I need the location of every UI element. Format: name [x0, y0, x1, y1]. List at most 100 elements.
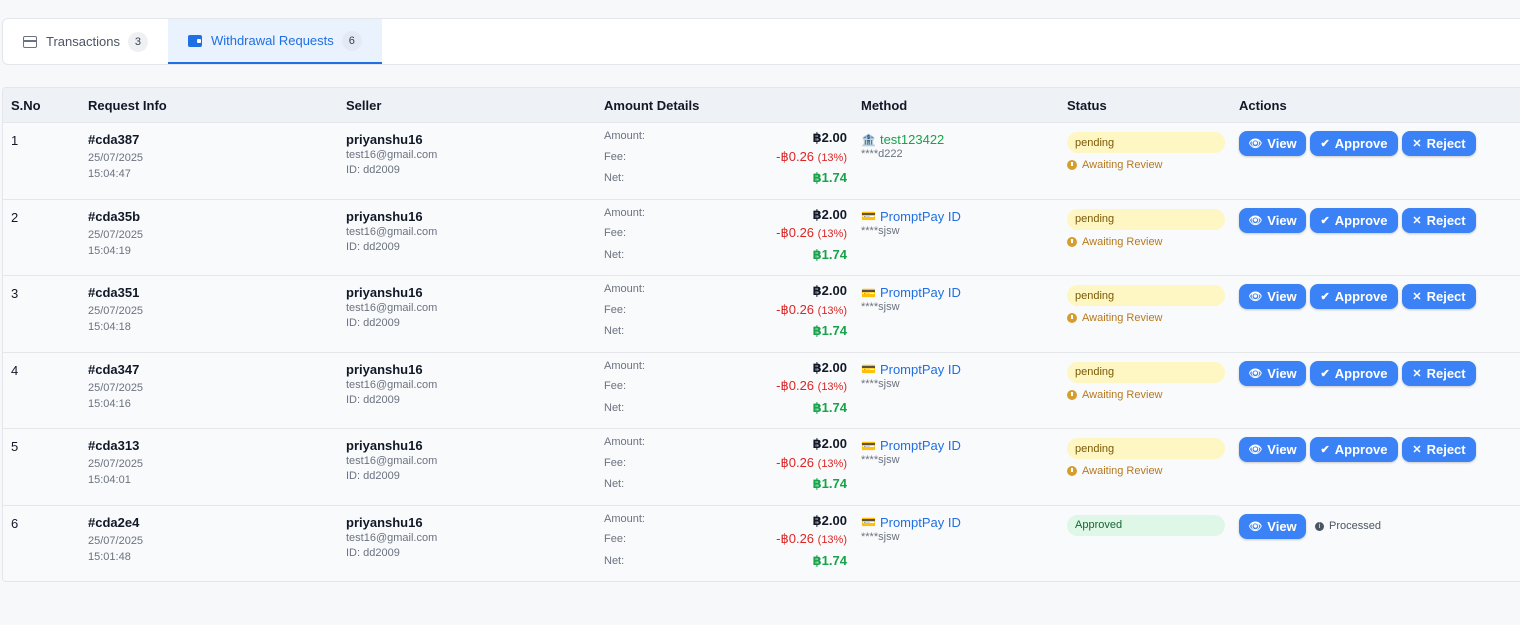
seller-email: test16@gmail.com — [346, 531, 438, 544]
payment-method[interactable]: 💳 PromptPay ID — [861, 285, 1067, 300]
amount-value: ฿2.00 — [812, 512, 847, 528]
fee-percent: (13%) — [817, 304, 847, 317]
payment-method[interactable]: 💳 PromptPay ID — [861, 209, 1067, 224]
fee-value: -฿0.26 (13%) — [776, 531, 847, 547]
status-note: Awaiting Review — [1067, 465, 1239, 477]
payment-method[interactable]: 💳 PromptPay ID — [861, 362, 1067, 377]
method-icon: 💳 — [861, 285, 876, 300]
status-badge: pending — [1067, 208, 1225, 230]
serial-number: 5 — [11, 439, 19, 454]
clock-icon — [1067, 466, 1077, 476]
payment-method[interactable]: 🏦 test123422 — [861, 132, 1067, 147]
view-button[interactable]: 👁 View — [1239, 131, 1306, 156]
status-note: Awaiting Review — [1067, 159, 1239, 171]
header-status: Status — [1067, 97, 1107, 113]
request-date: 25/07/2025 — [88, 534, 144, 547]
approve-button[interactable]: ✔ Approve — [1310, 284, 1398, 309]
method-name: PromptPay ID — [879, 361, 961, 377]
seller-id: ID: dd2009 — [346, 470, 400, 482]
view-button[interactable]: 👁 View — [1239, 284, 1306, 309]
status-badge: pending — [1067, 132, 1225, 153]
request-id: #cda2e4 — [88, 514, 140, 530]
request-time: 15:04:47 — [88, 168, 131, 180]
seller-id: ID: dd2009 — [346, 240, 400, 253]
fee-value: -฿0.26 (13%) — [776, 454, 847, 470]
amount-value: ฿2.00 — [812, 283, 847, 298]
method-name: PromptPay ID — [879, 438, 961, 453]
payment-method[interactable]: 💳 PromptPay ID — [861, 438, 1067, 453]
reject-button-label: Reject — [1426, 212, 1466, 228]
view-button[interactable]: 👁 View — [1239, 437, 1306, 462]
request-date: 25/07/2025 — [88, 305, 144, 317]
close-icon: ✕ — [1412, 291, 1422, 303]
serial-number: 3 — [11, 286, 19, 301]
fee-percent: (13%) — [817, 457, 847, 470]
status-badge: pending — [1067, 438, 1225, 459]
check-icon: ✔ — [1320, 138, 1330, 150]
eye-icon: 👁 — [1248, 367, 1263, 380]
table-row: 1 #cda387 25/07/2025 15:04:47 priyanshu1… — [3, 123, 1520, 200]
close-icon: ✕ — [1412, 444, 1422, 456]
view-button[interactable]: 👁 View — [1239, 207, 1306, 233]
view-button-label: View — [1267, 289, 1297, 304]
status-note: Awaiting Review — [1067, 389, 1239, 401]
fee-percent: (13%) — [817, 228, 847, 241]
seller-name: priyanshu16 — [346, 438, 423, 453]
tab-transactions[interactable]: Transactions 3 — [3, 19, 168, 64]
method-icon: 💳 — [861, 362, 876, 376]
table-body: 1 #cda387 25/07/2025 15:04:47 priyanshu1… — [3, 123, 1520, 581]
net-label: Net: — [604, 172, 625, 185]
account-number: ****sjsw — [861, 224, 900, 237]
reject-button[interactable]: ✕ Reject — [1402, 284, 1476, 309]
request-date: 25/07/2025 — [88, 228, 144, 241]
amount-label: Amount: — [604, 512, 645, 525]
request-date: 25/07/2025 — [88, 458, 144, 470]
serial-number: 4 — [11, 362, 19, 378]
header-actions: Actions — [1239, 97, 1287, 113]
eye-icon: 👁 — [1248, 520, 1263, 533]
view-button[interactable]: 👁 View — [1239, 360, 1306, 386]
reject-button-label: Reject — [1426, 136, 1466, 151]
fee-label: Fee: — [604, 533, 627, 546]
approve-button[interactable]: ✔ Approve — [1310, 131, 1398, 156]
fee-value: -฿0.26 (13%) — [776, 301, 847, 317]
fee-value: -฿0.26 (13%) — [776, 148, 847, 164]
seller-email: test16@gmail.com — [346, 378, 438, 391]
eye-icon: 👁 — [1248, 291, 1263, 303]
method-name: test123422 — [879, 132, 945, 147]
reject-button[interactable]: ✕ Reject — [1402, 131, 1476, 156]
info-icon: i — [1315, 521, 1324, 531]
net-label: Net: — [604, 401, 625, 414]
reject-button[interactable]: ✕ Reject — [1402, 437, 1476, 462]
clock-icon — [1067, 160, 1077, 170]
view-button[interactable]: 👁 View — [1239, 513, 1306, 539]
seller-email: test16@gmail.com — [346, 302, 438, 314]
method-name: PromptPay ID — [879, 208, 961, 224]
reject-button[interactable]: ✕ Reject — [1402, 360, 1476, 386]
amount-label: Amount: — [604, 436, 645, 448]
payment-method[interactable]: 💳 PromptPay ID — [861, 515, 1067, 530]
status-badge: pending — [1067, 361, 1225, 383]
tab-count-badge: 6 — [341, 30, 362, 51]
net-value: ฿1.74 — [812, 246, 847, 262]
method-name: PromptPay ID — [879, 285, 961, 300]
serial-number: 1 — [11, 133, 19, 148]
approve-button-label: Approve — [1334, 365, 1388, 381]
tab-withdrawal-requests[interactable]: Withdrawal Requests 6 — [167, 19, 382, 64]
eye-icon: 👁 — [1248, 214, 1263, 227]
method-icon: 💳 — [861, 209, 876, 223]
reject-button[interactable]: ✕ Reject — [1402, 207, 1476, 233]
view-button-label: View — [1267, 518, 1297, 534]
clock-icon — [1067, 236, 1077, 247]
approve-button[interactable]: ✔ Approve — [1310, 207, 1398, 233]
approve-button[interactable]: ✔ Approve — [1310, 437, 1398, 462]
header-request-info: Request Info — [88, 97, 167, 113]
header-amount-details: Amount Details — [604, 97, 700, 113]
fee-percent: (13%) — [817, 151, 847, 164]
tab-bar: Transactions 3 Withdrawal Requests 6 — [2, 18, 1520, 65]
approve-button[interactable]: ✔ Approve — [1310, 360, 1398, 386]
request-date: 25/07/2025 — [88, 152, 144, 164]
close-icon: ✕ — [1412, 214, 1422, 227]
amount-value: ฿2.00 — [812, 436, 847, 451]
fee-label: Fee: — [604, 303, 627, 316]
